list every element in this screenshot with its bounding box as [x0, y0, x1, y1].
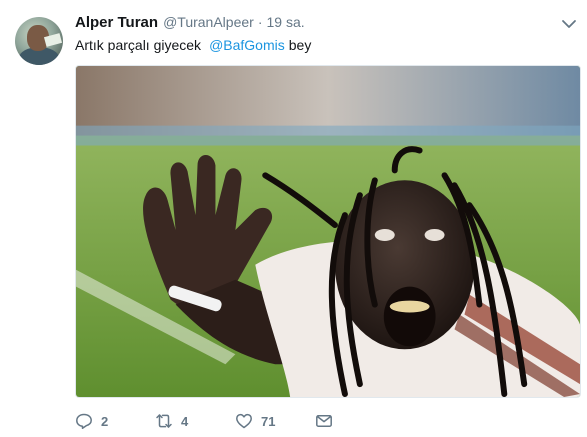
- retweet-count: 4: [181, 413, 189, 429]
- direct-message-icon: [316, 415, 332, 427]
- reply-icon: [76, 413, 92, 430]
- like-button[interactable]: 71: [235, 410, 275, 432]
- tweet-photo[interactable]: [75, 65, 581, 398]
- tweet-text-before: Artık parçalı giyecek: [75, 37, 202, 53]
- chevron-down-icon[interactable]: [561, 17, 577, 31]
- reply-button[interactable]: 2: [75, 410, 108, 432]
- photo-illustration: [76, 66, 580, 397]
- tweet-text-after: bey: [288, 37, 312, 53]
- retweet-button[interactable]: 4: [155, 410, 188, 432]
- tweet-text: Artık parçalı giyecek @BafGomis bey: [75, 36, 311, 54]
- like-count: 71: [261, 413, 276, 429]
- avatar[interactable]: [15, 17, 63, 65]
- retweet-icon: [156, 414, 172, 428]
- direct-message-button[interactable]: [315, 410, 333, 432]
- mention-link[interactable]: @BafGomis: [209, 37, 285, 53]
- author-name[interactable]: Alper Turan: [75, 14, 158, 31]
- reply-count: 2: [101, 413, 109, 429]
- separator-dot: ·: [257, 14, 263, 30]
- timestamp[interactable]: 19 sa.: [266, 14, 304, 30]
- like-icon: [236, 413, 252, 429]
- tweet[interactable]: Alper Turan @TuranAlpeer · 19 sa. Artık …: [0, 0, 587, 437]
- tweet-header: Alper Turan @TuranAlpeer · 19 sa.: [75, 14, 305, 34]
- tweet-actions: 2 4 71: [75, 410, 355, 432]
- author-handle[interactable]: @TuranAlpeer: [163, 14, 254, 30]
